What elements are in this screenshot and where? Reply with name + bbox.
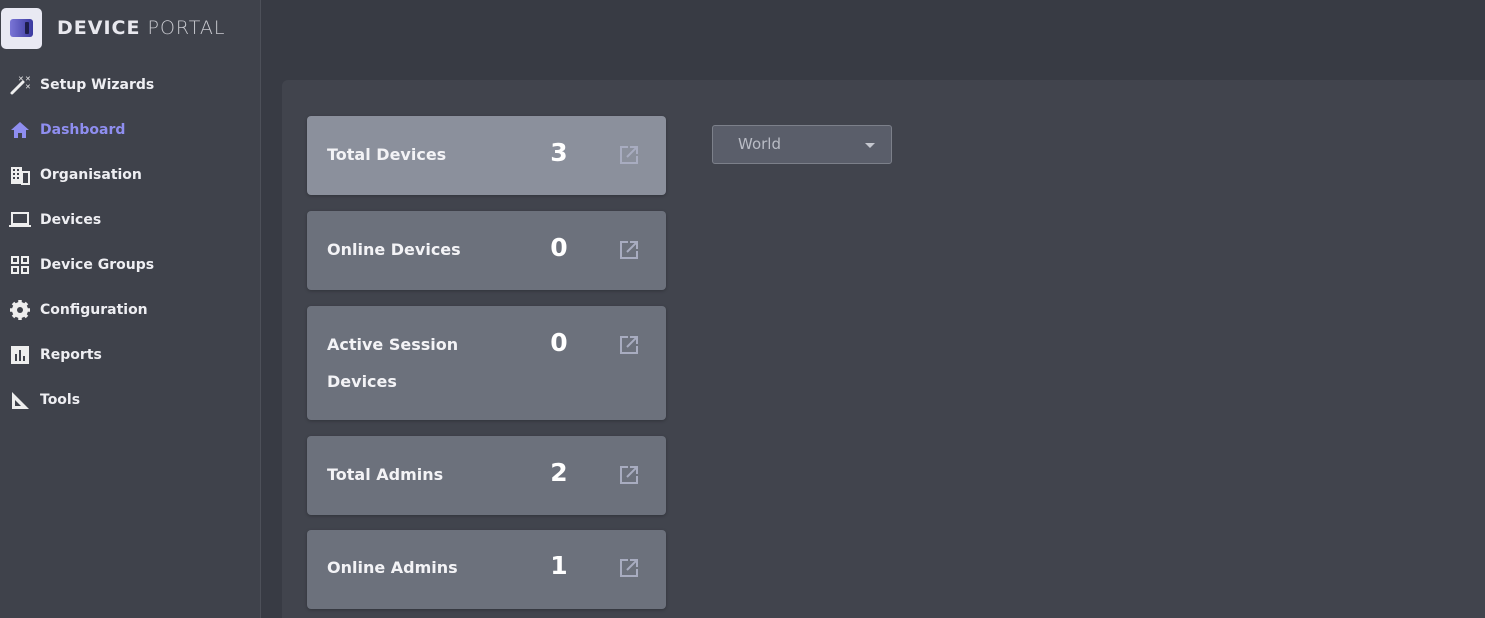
sidebar-item-label: Setup Wizards <box>40 76 155 93</box>
sidebar-item-organisation[interactable]: Organisation <box>0 152 260 197</box>
stat-value: 0 <box>550 328 568 357</box>
home-icon <box>9 119 31 141</box>
building-icon <box>9 164 31 186</box>
stat-value: 1 <box>550 551 568 580</box>
sidebar-item-label: Configuration <box>40 301 148 318</box>
stat-label: Total Admins <box>327 465 444 484</box>
stat-label: Online Devices <box>327 240 461 259</box>
sidebar-item-label: Tools <box>40 391 81 408</box>
open-external-icon[interactable] <box>618 464 640 486</box>
bar-chart-icon <box>9 344 31 366</box>
sidebar-item-label: Reports <box>40 346 102 363</box>
open-external-icon[interactable] <box>618 239 640 261</box>
svg-text:✕: ✕ <box>18 75 24 83</box>
chevron-down-icon <box>865 143 875 148</box>
stat-label: Active Session Devices <box>327 335 459 391</box>
brand[interactable]: DEVICE PORTAL <box>0 7 225 49</box>
sidebar: DEVICE PORTAL ✕ ✕ ✕ Setup Wizards Dashboar… <box>0 0 261 618</box>
grid-icon <box>9 254 31 276</box>
sidebar-item-dashboard[interactable]: Dashboard <box>0 107 260 152</box>
sidebar-item-label: Organisation <box>40 166 142 183</box>
sidebar-item-label: Device Groups <box>40 256 155 273</box>
sidebar-nav: ✕ ✕ ✕ Setup Wizards Dashboard Organisation… <box>0 62 260 422</box>
stat-card-active-session-devices[interactable]: Active Session Devices 0 <box>307 306 666 420</box>
svg-text:✕: ✕ <box>25 83 31 91</box>
laptop-icon <box>9 209 31 231</box>
set-square-icon <box>9 389 31 411</box>
logo-icon <box>1 7 42 49</box>
open-external-icon[interactable] <box>618 557 640 579</box>
dashboard-panel: Total Devices 3 Online Devices 0 Active … <box>282 80 1485 618</box>
sidebar-item-tools[interactable]: Tools <box>0 377 260 422</box>
sidebar-item-setup-wizards[interactable]: ✕ ✕ ✕ Setup Wizards <box>0 62 260 107</box>
sidebar-item-label: Devices <box>40 211 102 228</box>
stat-card-online-devices[interactable]: Online Devices 0 <box>307 211 666 290</box>
stat-card-total-admins[interactable]: Total Admins 2 <box>307 436 666 515</box>
svg-text:✕: ✕ <box>25 75 31 83</box>
stat-value: 2 <box>550 458 568 487</box>
stat-value: 0 <box>550 233 568 262</box>
stat-value: 3 <box>550 138 568 167</box>
stat-card-online-admins[interactable]: Online Admins 1 <box>307 530 666 609</box>
stat-card-total-devices[interactable]: Total Devices 3 <box>307 116 666 195</box>
stat-label: Online Admins <box>327 558 458 577</box>
sidebar-item-configuration[interactable]: Configuration <box>0 287 260 332</box>
region-select-value: World <box>738 135 781 153</box>
gear-icon <box>9 299 31 321</box>
open-external-icon[interactable] <box>618 334 640 356</box>
open-external-icon[interactable] <box>618 144 640 166</box>
stat-label: Total Devices <box>327 145 447 164</box>
sidebar-item-devices[interactable]: Devices <box>0 197 260 242</box>
brand-name: DEVICE PORTAL <box>57 17 226 39</box>
sidebar-item-reports[interactable]: Reports <box>0 332 260 377</box>
sidebar-item-device-groups[interactable]: Device Groups <box>0 242 260 287</box>
magic-wand-icon: ✕ ✕ ✕ <box>9 74 31 96</box>
sidebar-item-label: Dashboard <box>40 121 126 138</box>
region-select[interactable]: World <box>712 125 892 164</box>
